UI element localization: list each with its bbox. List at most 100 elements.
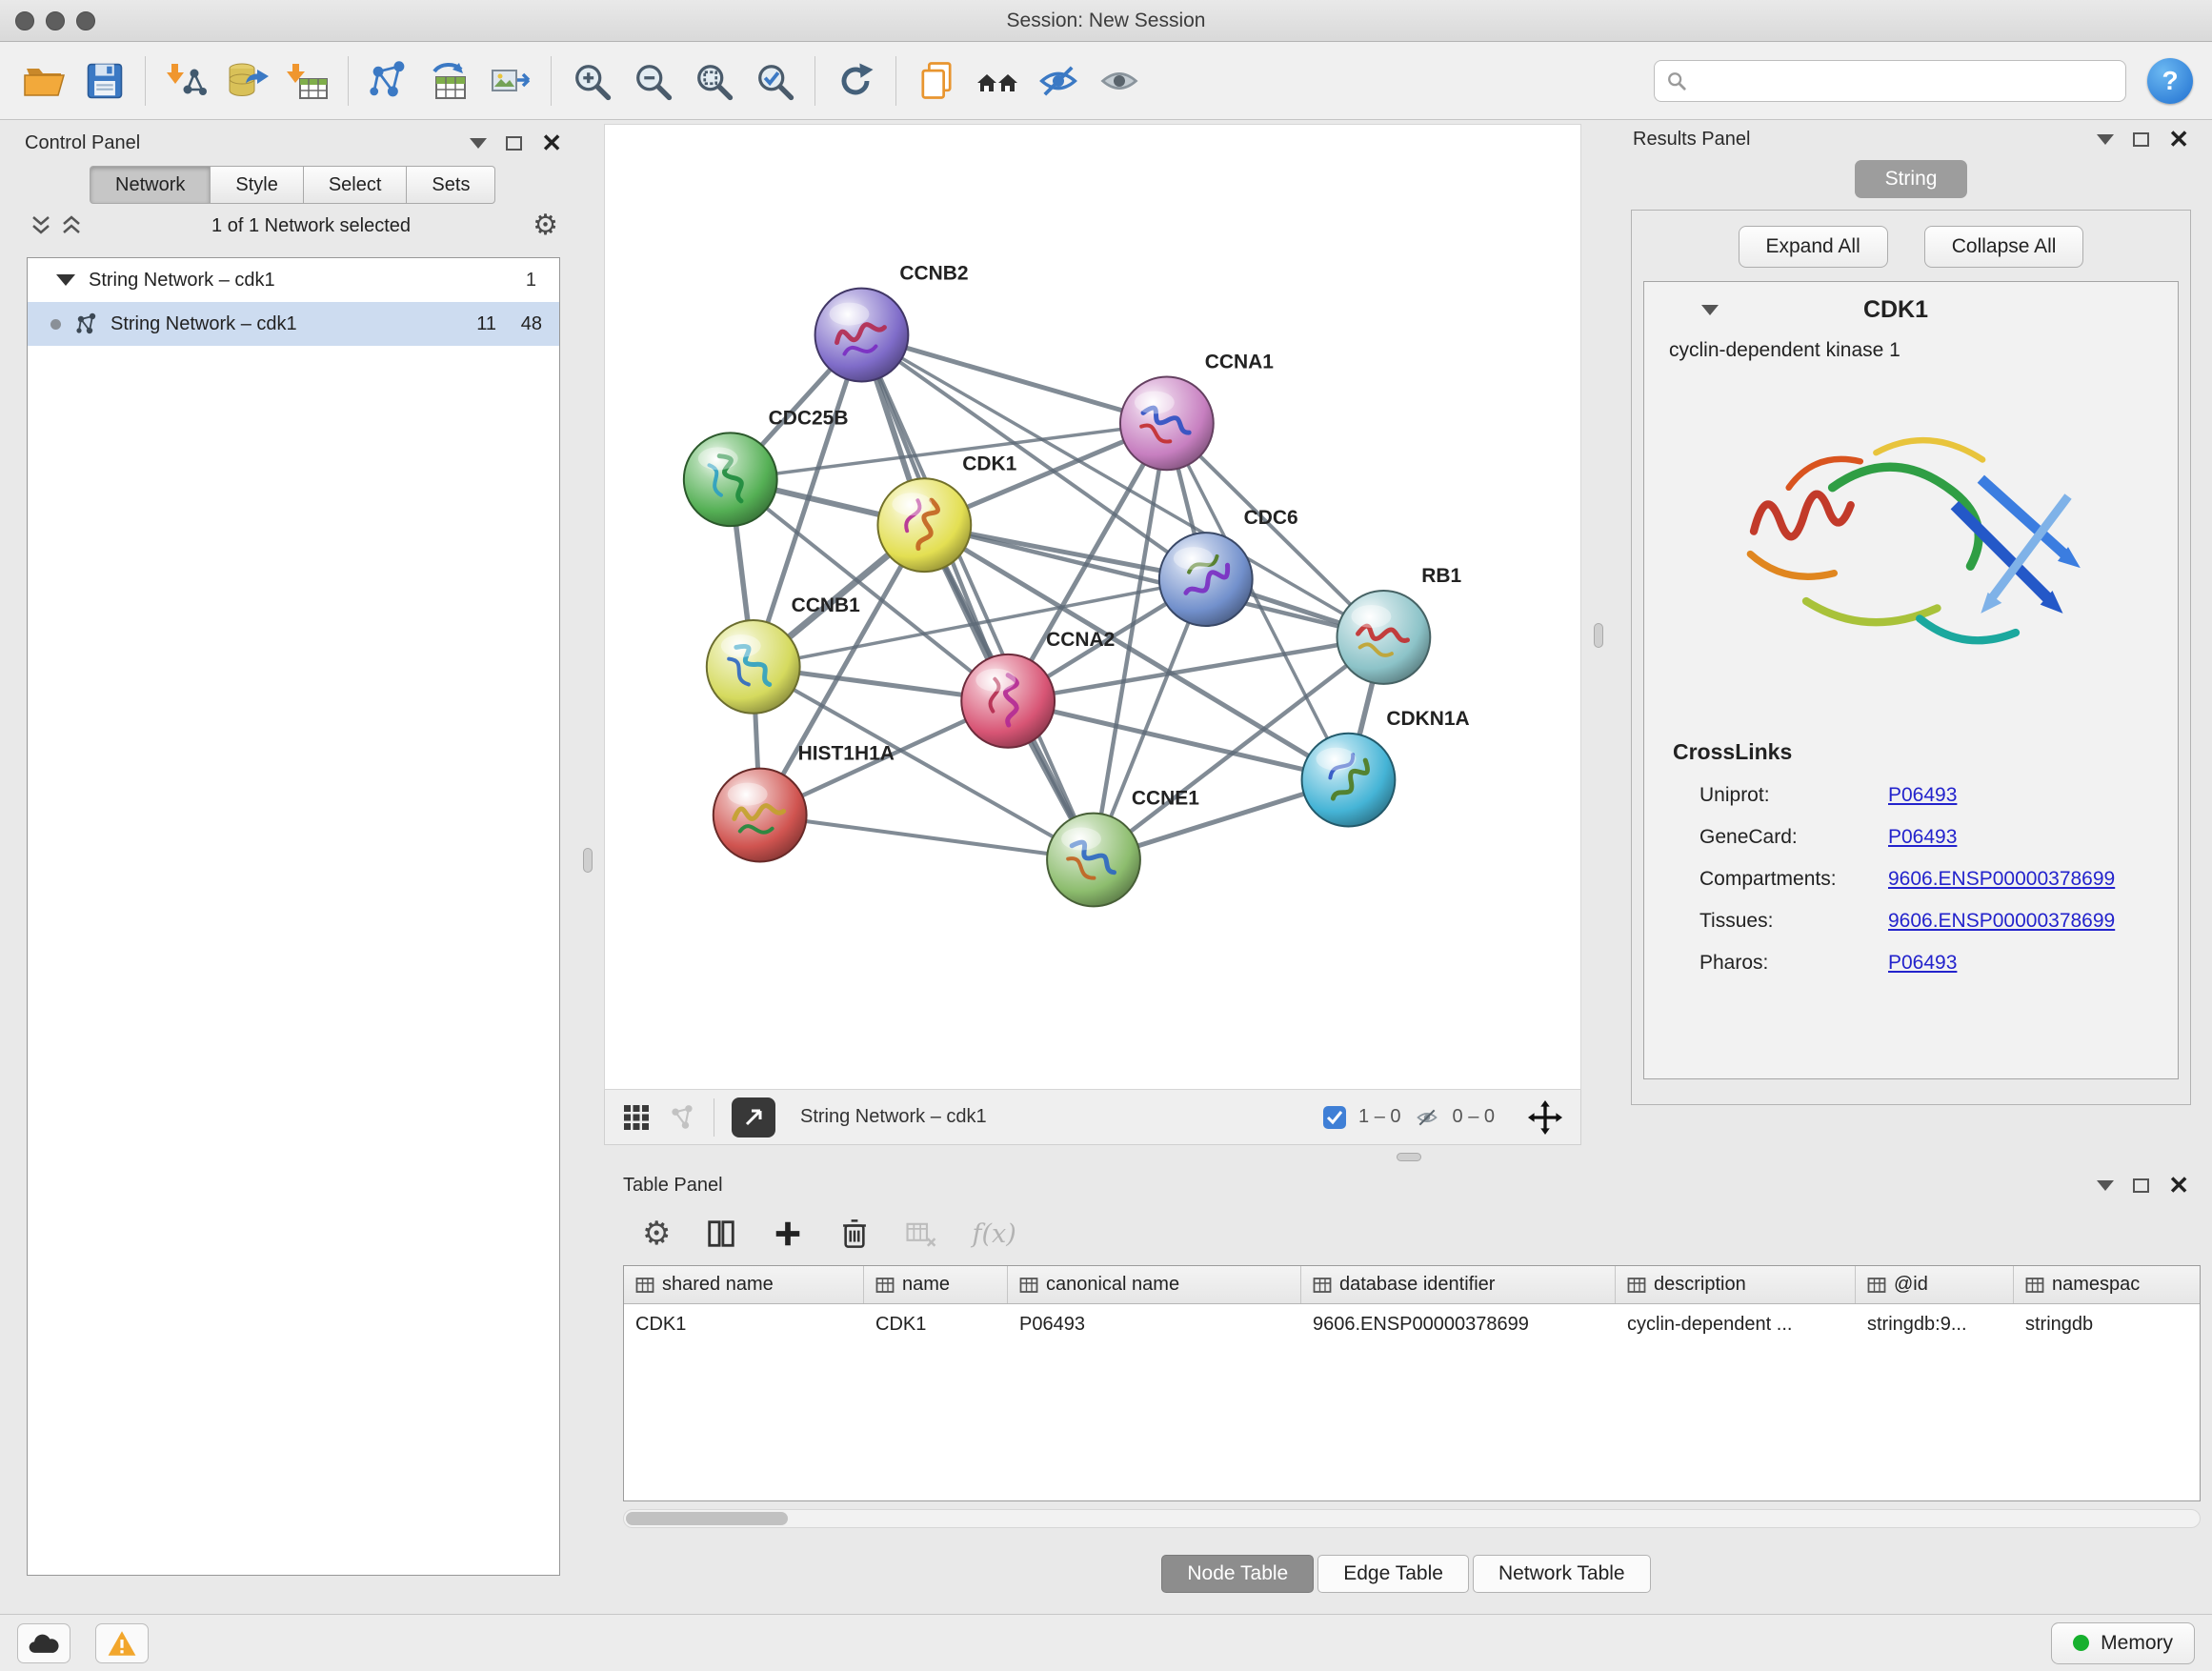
graph-node-CDC6[interactable]: CDC6 xyxy=(1159,507,1298,626)
graph-node-CCNA1[interactable]: CCNA1 xyxy=(1120,351,1274,470)
eye-slash-blue-icon xyxy=(1036,58,1081,104)
expand-all-icon[interactable] xyxy=(59,213,84,238)
column-header-description[interactable]: description xyxy=(1616,1266,1856,1303)
delete-column-trash-icon[interactable] xyxy=(838,1218,871,1250)
memory-status-dot xyxy=(2073,1635,2089,1651)
panel-menu-icon[interactable] xyxy=(2097,1180,2114,1191)
refresh-button[interactable] xyxy=(825,50,886,111)
tree-expand-icon[interactable] xyxy=(56,274,75,286)
new-network-button[interactable] xyxy=(358,50,419,111)
warnings-button[interactable] xyxy=(95,1623,149,1663)
edge-HIST1H1A-CCNE1[interactable] xyxy=(760,815,1094,860)
help-button[interactable]: ? xyxy=(2147,58,2193,104)
graph-node-RB1[interactable]: RB1 xyxy=(1337,565,1461,684)
tab-style[interactable]: Style xyxy=(211,166,303,204)
hidden-nodes-edges-count: 0 – 0 xyxy=(1453,1106,1495,1128)
node-label-CCNA1: CCNA1 xyxy=(1205,351,1274,372)
hide-selected-button[interactable] xyxy=(1028,50,1089,111)
network-canvas[interactable]: CCNB2CCNA1CDC25BCDK1CDC6RB1CCNB1CCNA2CDK… xyxy=(604,124,1581,1090)
graph-node-CCNB1[interactable]: CCNB1 xyxy=(707,594,860,714)
horizontal-splitter-handle[interactable] xyxy=(1397,1153,1421,1161)
panel-menu-icon[interactable] xyxy=(2097,134,2114,145)
graph-node-CCNB2[interactable]: CCNB2 xyxy=(815,263,969,382)
vertical-splitter-handle[interactable] xyxy=(1594,623,1603,648)
column-type-icon xyxy=(2025,1277,2044,1294)
tab-edge-table[interactable]: Edge Table xyxy=(1317,1555,1469,1593)
tab-network[interactable]: Network xyxy=(90,166,211,204)
control-panel-tabs: NetworkStyleSelectSets xyxy=(90,166,575,204)
column-header-database-identifier[interactable]: database identifier xyxy=(1301,1266,1616,1303)
panel-float-icon[interactable] xyxy=(506,136,522,151)
birds-eye-view-icon[interactable] xyxy=(622,1103,651,1132)
eye-gray-icon xyxy=(1096,58,1142,104)
column-header-canonical-name[interactable]: canonical name xyxy=(1008,1266,1301,1303)
collapse-section-icon[interactable] xyxy=(1701,305,1719,315)
table-options-gear-icon[interactable]: ⚙ xyxy=(642,1219,671,1248)
column-header-label: shared name xyxy=(662,1274,774,1296)
save-session-button[interactable] xyxy=(74,50,135,111)
export-image-button[interactable] xyxy=(480,50,541,111)
table-horizontal-scrollbar[interactable] xyxy=(623,1509,2201,1528)
column-header-shared-name[interactable]: shared name xyxy=(624,1266,864,1303)
crosslink-row: Pharos:P06493 xyxy=(1699,952,2178,975)
copy-button[interactable] xyxy=(906,50,967,111)
column-header-id[interactable]: @id xyxy=(1856,1266,2014,1303)
collapse-all-icon[interactable] xyxy=(29,213,53,238)
network-row-selected[interactable]: String Network – cdk1 11 48 xyxy=(28,302,559,346)
zoom-out-button[interactable] xyxy=(622,50,683,111)
new-table-button[interactable] xyxy=(419,50,480,111)
copy-icon xyxy=(914,58,959,104)
column-header-namespac[interactable]: namespac xyxy=(2014,1266,2201,1303)
import-network-database-button[interactable] xyxy=(216,50,277,111)
show-columns-icon[interactable] xyxy=(705,1218,737,1250)
edge-CCNA2-CDKN1A[interactable] xyxy=(1008,701,1348,780)
protein-card-header[interactable]: CDK1 xyxy=(1644,282,2178,337)
panel-close-icon[interactable]: ✕ xyxy=(541,133,562,152)
network-collection-row[interactable]: String Network – cdk1 1 xyxy=(28,258,559,302)
search-box[interactable] xyxy=(1654,60,2126,102)
show-all-button[interactable] xyxy=(1089,50,1150,111)
tab-string[interactable]: String xyxy=(1855,160,1967,198)
tab-node-table[interactable]: Node Table xyxy=(1161,1555,1314,1593)
open-session-button[interactable] xyxy=(13,50,74,111)
collapse-all-button[interactable]: Collapse All xyxy=(1924,226,2084,268)
graph-node-CDK1[interactable]: CDK1 xyxy=(877,453,1016,572)
panel-float-icon[interactable] xyxy=(2133,132,2149,147)
zoom-selected-button[interactable] xyxy=(744,50,805,111)
crosslink-link-uniprot[interactable]: P06493 xyxy=(1888,784,1957,807)
tab-sets[interactable]: Sets xyxy=(407,166,495,204)
search-input[interactable] xyxy=(1695,70,2114,91)
cloud-status-button[interactable] xyxy=(17,1623,70,1663)
scrollbar-thumb[interactable] xyxy=(626,1512,788,1525)
crosslink-link-genecard[interactable]: P06493 xyxy=(1888,826,1957,849)
network-options-gear-icon[interactable]: ⚙ xyxy=(533,211,558,240)
column-header-name[interactable]: name xyxy=(864,1266,1008,1303)
detach-view-button[interactable] xyxy=(732,1097,775,1137)
panel-float-icon[interactable] xyxy=(2133,1178,2149,1193)
zoom-fit-button[interactable] xyxy=(683,50,744,111)
import-network-file-button[interactable] xyxy=(155,50,216,111)
pan-move-icon[interactable] xyxy=(1527,1099,1563,1136)
zoom-in-button[interactable] xyxy=(561,50,622,111)
expand-all-button[interactable]: Expand All xyxy=(1739,226,1888,268)
edge-CCNB2-CCNA1[interactable] xyxy=(861,335,1166,424)
panel-menu-icon[interactable] xyxy=(470,138,487,149)
zoom-in-icon xyxy=(569,58,614,104)
panel-close-icon[interactable]: ✕ xyxy=(2168,1176,2189,1195)
graph-node-HIST1H1A[interactable]: HIST1H1A xyxy=(714,743,895,862)
table-row[interactable]: CDK1CDK1P064939606.ENSP00000378699cyclin… xyxy=(624,1304,2200,1344)
vertical-splitter-handle[interactable] xyxy=(583,848,593,873)
crosslink-link-tissues[interactable]: 9606.ENSP00000378699 xyxy=(1888,910,2115,933)
add-column-icon[interactable] xyxy=(772,1218,804,1250)
tab-select[interactable]: Select xyxy=(304,166,408,204)
crosslink-link-compartments[interactable]: 9606.ENSP00000378699 xyxy=(1888,868,2115,891)
tab-network-table[interactable]: Network Table xyxy=(1473,1555,1651,1593)
graph-node-CDKN1A[interactable]: CDKN1A xyxy=(1302,708,1470,827)
edge-CCNB2-CCNE1[interactable] xyxy=(861,335,1094,860)
crosslink-link-pharos[interactable]: P06493 xyxy=(1888,952,1957,975)
memory-button[interactable]: Memory xyxy=(2051,1622,2195,1664)
crosslink-row: Tissues:9606.ENSP00000378699 xyxy=(1699,910,2178,933)
import-table-button[interactable] xyxy=(277,50,338,111)
home-button[interactable] xyxy=(967,50,1028,111)
panel-close-icon[interactable]: ✕ xyxy=(2168,130,2189,149)
